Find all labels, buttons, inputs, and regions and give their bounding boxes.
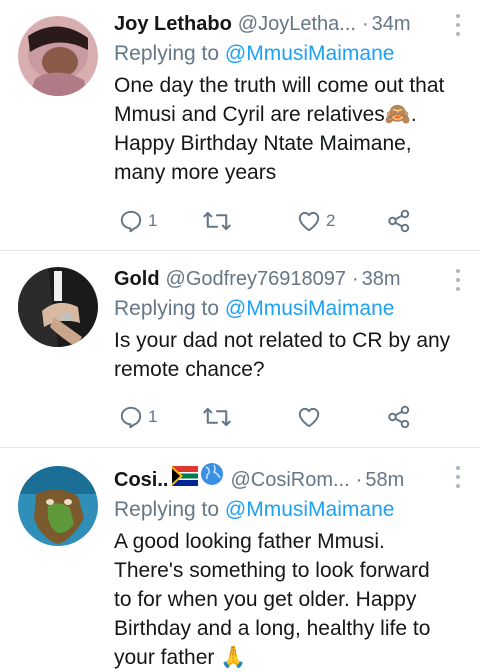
- timestamp[interactable]: 34m: [372, 12, 411, 36]
- tweet-text-line: There's something to look forward: [114, 559, 430, 582]
- tweet-text-line: A good looking father Mmusi.: [114, 530, 385, 553]
- share-button[interactable]: [386, 206, 412, 236]
- more-vertical-icon[interactable]: [450, 466, 466, 488]
- reply-button[interactable]: 1: [118, 402, 157, 432]
- tweet-item[interactable]: Cosi.. @CosiRom... · 58m Replying to @Mm…: [0, 448, 480, 672]
- avatar[interactable]: [18, 267, 98, 347]
- replying-to-label: Replying to: [114, 297, 225, 320]
- replying-to: Replying to @MmusiMaimane: [114, 296, 466, 322]
- reply-icon: [120, 406, 142, 429]
- replying-to-label: Replying to: [114, 42, 225, 65]
- mention-link[interactable]: @MmusiMaimane: [225, 498, 395, 521]
- tweet-text-line: many more years: [114, 161, 277, 184]
- mention-link[interactable]: @MmusiMaimane: [225, 42, 395, 65]
- tweet-actions: 1 2: [114, 206, 434, 236]
- avatar[interactable]: [18, 466, 98, 546]
- tweet-text-line: to for when you get older. Happy: [114, 588, 417, 611]
- share-icon: [388, 209, 410, 233]
- timestamp[interactable]: 38m: [362, 267, 401, 291]
- tweet-text-line: Birthday and a long, healthy life to: [114, 617, 431, 640]
- globe-icon: [200, 462, 224, 492]
- display-name[interactable]: Joy Lethabo: [114, 12, 232, 36]
- tweet-item[interactable]: Joy Lethabo @JoyLetha... · 34m Replying …: [0, 0, 480, 250]
- user-handle[interactable]: @Godfrey76918097: [166, 267, 346, 291]
- tweet-text-line: Happy Birthday Ntate Maimane,: [114, 132, 412, 155]
- like-count: 2: [326, 211, 336, 230]
- user-handle[interactable]: @JoyLetha...: [238, 12, 356, 36]
- tweet-text: Is your dad not related to CR by any rem…: [114, 326, 466, 384]
- reply-count: 1: [148, 211, 158, 230]
- tweet-text-line: your father 🙏: [114, 646, 247, 669]
- tweet-item[interactable]: Gold @Godfrey76918097 · 38m Replying to …: [0, 251, 480, 447]
- mention-link[interactable]: @MmusiMaimane: [225, 297, 395, 320]
- more-vertical-icon[interactable]: [450, 14, 466, 36]
- reply-icon: [120, 210, 142, 233]
- tweet-text: One day the truth will come out that Mmu…: [114, 71, 466, 187]
- like-button[interactable]: 2: [296, 206, 335, 236]
- tweet-text-line: remote chance?: [114, 358, 265, 381]
- tweet-actions: 1: [114, 402, 434, 432]
- reply-count: 1: [148, 407, 158, 426]
- timestamp[interactable]: 58m: [365, 468, 404, 492]
- share-icon: [388, 405, 410, 429]
- separator-dot: ·: [351, 268, 359, 290]
- retweet-button[interactable]: [202, 206, 236, 236]
- user-handle[interactable]: @CosiRom...: [230, 468, 349, 492]
- display-name[interactable]: Cosi..: [114, 468, 168, 492]
- tweet-text-line: One day the truth will come out that: [114, 74, 445, 97]
- display-name[interactable]: Gold: [114, 267, 160, 291]
- separator-dot: ·: [355, 469, 363, 491]
- retweet-icon: [203, 211, 231, 231]
- separator-dot: ·: [361, 13, 369, 35]
- avatar[interactable]: [18, 16, 98, 96]
- replying-to: Replying to @MmusiMaimane: [114, 497, 466, 523]
- replying-to: Replying to @MmusiMaimane: [114, 41, 466, 67]
- heart-icon: [298, 407, 320, 428]
- retweet-button[interactable]: [202, 402, 236, 432]
- tweet-text-line: Is your dad not related to CR by any: [114, 329, 451, 352]
- reply-button[interactable]: 1: [118, 206, 157, 236]
- tweet-text-line: Mmusi and Cyril are relatives🙈.: [114, 103, 417, 126]
- share-button[interactable]: [386, 402, 412, 432]
- retweet-icon: [203, 407, 231, 427]
- replying-to-label: Replying to: [114, 498, 225, 521]
- south-africa-flag-icon: [172, 466, 199, 492]
- tweet-text: A good looking father Mmusi. There's som…: [114, 527, 466, 672]
- heart-icon: [298, 211, 320, 232]
- more-vertical-icon[interactable]: [450, 269, 466, 291]
- like-button[interactable]: [296, 402, 326, 432]
